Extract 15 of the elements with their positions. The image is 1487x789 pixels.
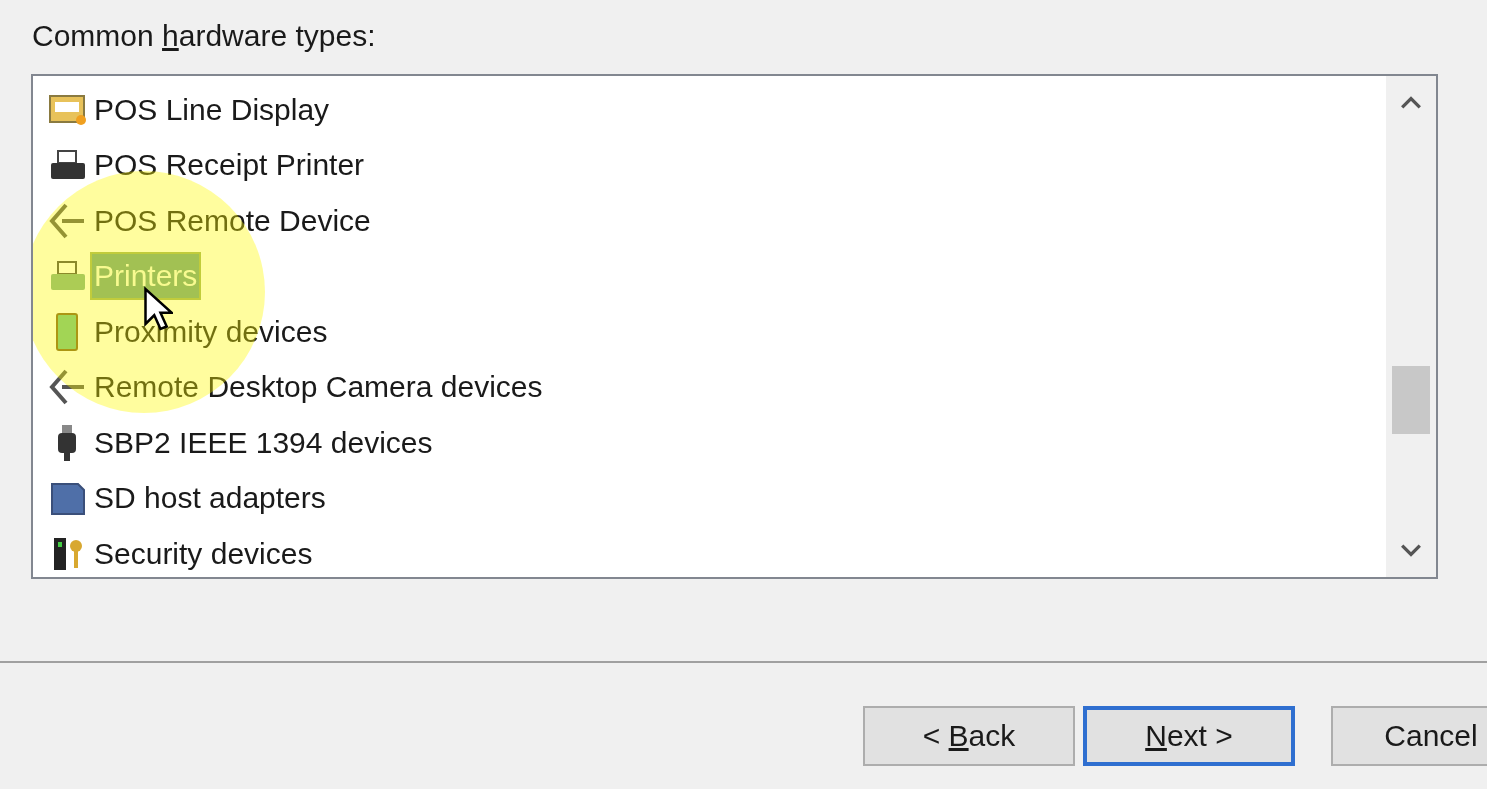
list-item[interactable]: Security devices [92, 531, 315, 576]
scroll-down-icon[interactable] [1400, 543, 1422, 557]
dialog-button[interactable]: < Back [863, 706, 1075, 766]
dialog-button[interactable]: Cancel [1331, 706, 1487, 766]
scrollbar[interactable] [1386, 76, 1436, 577]
list-item[interactable]: POS Line Display [92, 87, 332, 132]
dialog-button[interactable]: Next > [1083, 706, 1295, 766]
list-item[interactable]: SD host adapters [92, 476, 328, 521]
list-item[interactable]: Remote Desktop Camera devices [92, 365, 545, 410]
scroll-thumb[interactable] [1392, 366, 1430, 434]
list-item[interactable]: SBP2 IEEE 1394 devices [92, 420, 435, 465]
list-label: Common hardware types: [32, 18, 377, 54]
list-item[interactable]: Proximity devices [92, 309, 330, 354]
list-item[interactable]: POS Receipt Printer [92, 143, 367, 188]
scroll-up-icon[interactable] [1400, 96, 1422, 110]
